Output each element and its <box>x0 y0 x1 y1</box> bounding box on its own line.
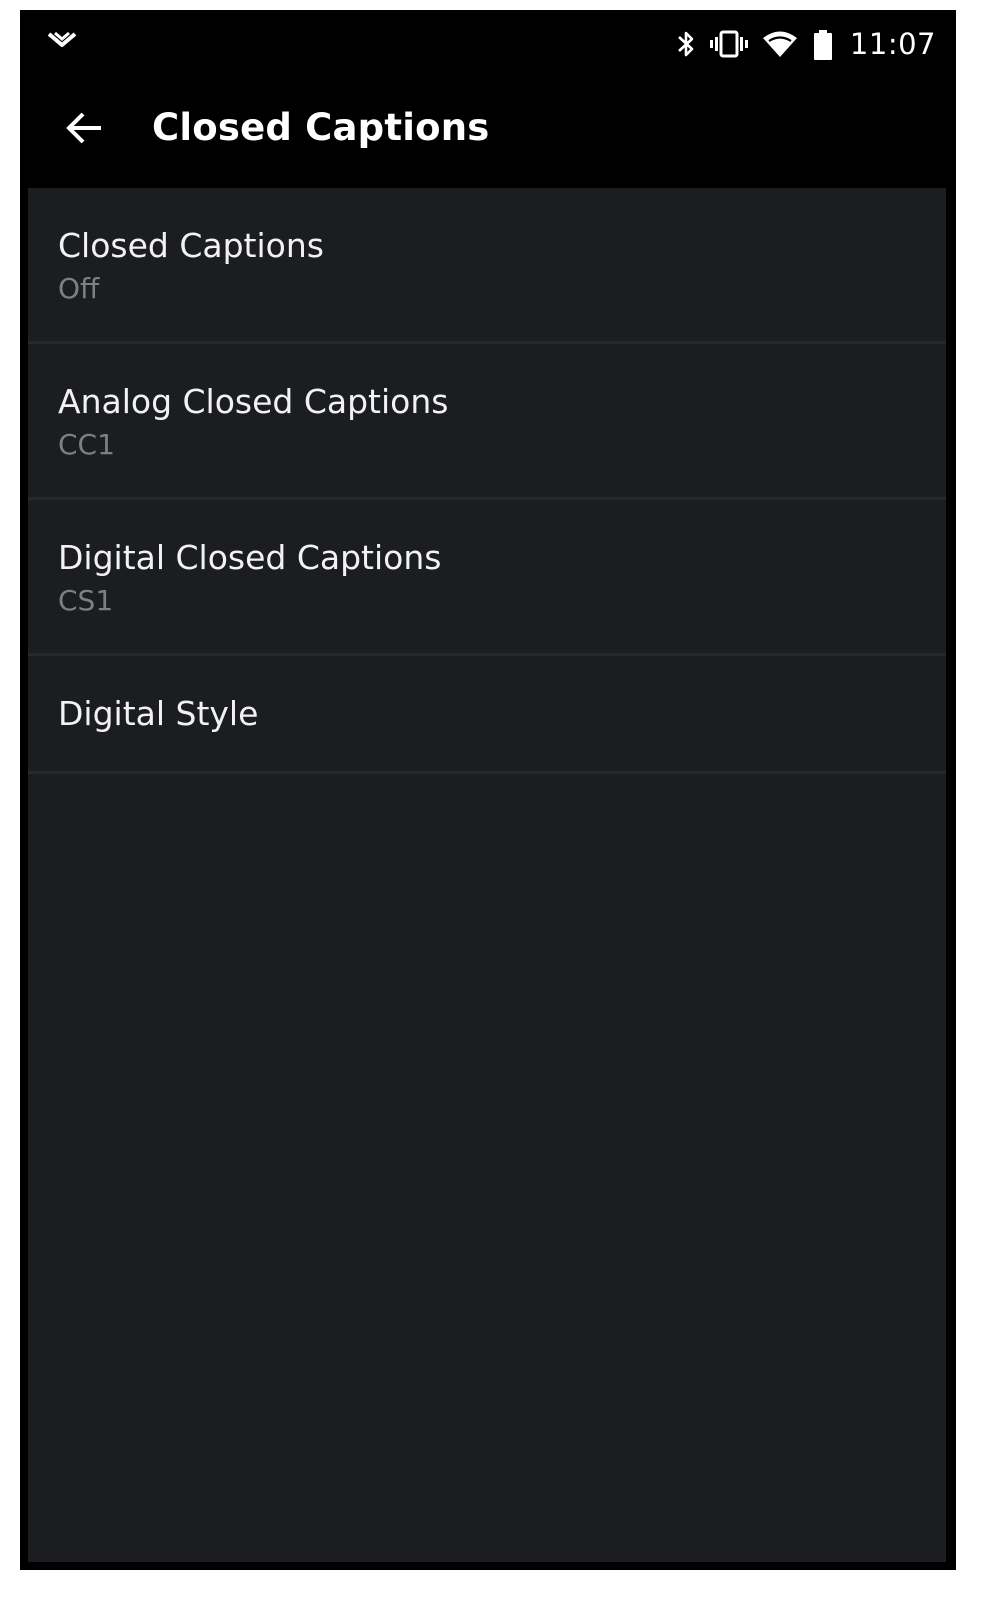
item-value: CS1 <box>58 584 114 617</box>
digital-closed-captions-item[interactable]: Digital Closed Captions CS1 <box>28 500 946 656</box>
back-button[interactable] <box>54 100 114 160</box>
status-icons: 11:07 <box>676 22 936 66</box>
vibrate-icon <box>709 29 748 59</box>
item-title: Digital Closed Captions <box>58 538 442 577</box>
app-bar: Closed Captions <box>20 80 956 188</box>
status-bar: 11:07 <box>20 10 956 80</box>
item-title: Analog Closed Captions <box>58 382 449 421</box>
item-title: Closed Captions <box>58 226 324 265</box>
chevron-down-icon[interactable] <box>46 30 78 50</box>
settings-list: Closed Captions Off Analog Closed Captio… <box>28 188 946 1562</box>
item-value: CC1 <box>58 428 115 461</box>
battery-icon <box>812 29 834 60</box>
wifi-icon <box>762 29 798 59</box>
closed-captions-item[interactable]: Closed Captions Off <box>28 188 946 344</box>
item-value: Off <box>58 272 100 305</box>
item-title: Digital Style <box>58 694 259 733</box>
arrow-left-icon <box>64 111 104 150</box>
status-time: 11:07 <box>849 27 936 61</box>
phone-screen: 11:07 Closed Captions Closed Captions Of… <box>20 10 956 1570</box>
digital-style-item[interactable]: Digital Style <box>28 656 946 774</box>
analog-closed-captions-item[interactable]: Analog Closed Captions CC1 <box>28 344 946 500</box>
page-title: Closed Captions <box>152 106 490 149</box>
bluetooth-icon <box>676 29 696 59</box>
